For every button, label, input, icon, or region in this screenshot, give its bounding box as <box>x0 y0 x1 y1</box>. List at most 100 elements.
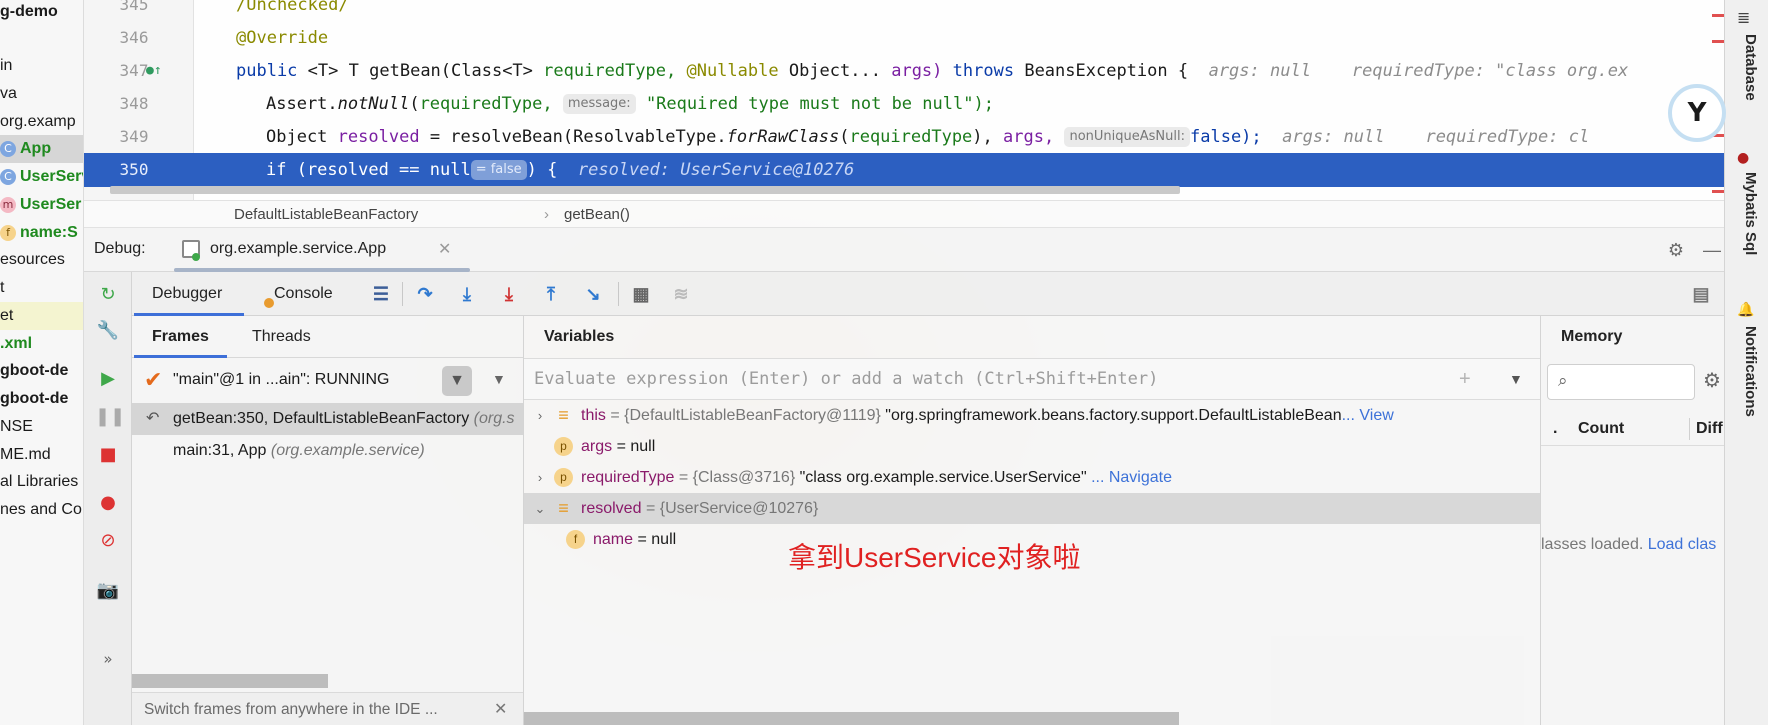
editor-horizontal-scrollbar[interactable] <box>110 186 1180 194</box>
tab-frames[interactable]: Frames <box>134 316 227 358</box>
tree-item-java[interactable]: va <box>0 80 83 108</box>
rerun-icon[interactable]: ↻ <box>95 282 121 308</box>
column-header-diff[interactable]: Diff <box>1696 412 1723 446</box>
variable-text: args = null <box>581 438 656 455</box>
trace-stream-icon[interactable]: ≋ <box>668 281 694 307</box>
hint-text: Switch frames from anywhere in the IDE .… <box>144 701 438 718</box>
wrench-icon[interactable]: 🔧 <box>95 318 121 344</box>
breadcrumb-method[interactable]: getBean() <box>564 201 630 229</box>
tree-item-userservice-method[interactable]: m UserSer <box>0 191 83 219</box>
code-line-345[interactable]: 345 /Unchecked/ <box>84 0 1724 22</box>
evaluate-expression-input[interactable] <box>534 363 1444 395</box>
tab-debugger[interactable]: Debugger <box>133 272 245 316</box>
notifications-tool-button[interactable]: Notifications <box>1735 326 1759 417</box>
debugger-toolbar: Debugger Console ☰ ↷ ⤓ ⤓ ⤒ ↘ ▦ ≋ ▤ <box>132 272 1724 316</box>
pause-icon[interactable]: ❚❚ <box>95 404 125 430</box>
ai-assistant-icon[interactable]: Y <box>1668 84 1726 142</box>
debug-session-tab[interactable]: org.example.service.App ✕ <box>166 228 470 272</box>
thread-selector[interactable]: ✔ "main"@1 in ...ain": RUNNING ▼ ▼ <box>132 358 523 402</box>
code-line-346[interactable]: 346 @Override <box>84 21 1724 55</box>
return-arrow-icon: ↶ <box>146 410 160 427</box>
mybatis-sql-tool-button[interactable]: Mybatis Sql <box>1735 172 1759 255</box>
chevron-down-icon[interactable]: ▼ <box>492 371 506 387</box>
tree-item-target[interactable]: et <box>0 302 83 330</box>
column-header-class[interactable]: . <box>1553 412 1557 446</box>
stop-icon[interactable]: ■ <box>95 442 121 468</box>
column-header-count[interactable]: Count <box>1578 412 1624 446</box>
close-icon[interactable]: ✕ <box>494 693 507 725</box>
run-to-cursor-icon[interactable]: ↘ <box>580 281 606 307</box>
step-out-icon[interactable]: ⤒ <box>538 281 564 307</box>
thread-label: "main"@1 in ...ain": RUNNING <box>173 371 390 388</box>
tree-item-test[interactable]: t <box>0 274 83 302</box>
stack-frame-row[interactable]: ↶ getBean:350, DefaultListableBeanFactor… <box>132 403 523 435</box>
load-classes-link[interactable]: Load clas <box>1648 536 1717 553</box>
tree-item-userservice[interactable]: C UserServ <box>0 163 83 191</box>
tree-item-pom[interactable]: .xml <box>0 330 83 358</box>
tree-item-resources[interactable]: esources <box>0 246 83 274</box>
code-line-347[interactable]: 347 ●↑ public <T> T getBean(Class<T> req… <box>84 54 1724 88</box>
tree-item-springboot-demo-2[interactable]: gboot-de <box>0 385 83 413</box>
evaluate-bar: + ▼ <box>524 358 1540 400</box>
variable-row-args[interactable]: p args = null <box>524 431 1540 462</box>
tab-threads[interactable]: Threads <box>252 316 311 358</box>
view-breakpoints-icon[interactable]: ● <box>95 490 121 516</box>
variable-row-this[interactable]: › ≡ this = {DefaultListableBeanFactory@1… <box>524 400 1540 431</box>
mute-breakpoints-icon[interactable]: ⊘ <box>95 528 121 554</box>
variable-text: this = {DefaultListableBeanFactory@1119}… <box>581 407 1394 424</box>
inline-value: resolved: UserService@10276 <box>577 160 855 180</box>
resume-icon[interactable]: ▶ <box>95 366 121 392</box>
tree-item-name-field[interactable]: f name:S <box>0 219 83 247</box>
frames-tabbar: Frames Threads <box>132 316 523 358</box>
collapse-icon[interactable]: ⌄ <box>532 493 548 524</box>
memory-search-input[interactable]: ⌕ <box>1547 364 1695 400</box>
add-watch-icon[interactable]: + <box>1459 369 1471 389</box>
gear-icon[interactable]: ⚙ <box>1664 238 1688 262</box>
expand-icon[interactable]: › <box>532 462 548 493</box>
code-editor[interactable]: 345 /Unchecked/ 346 @Override 347 ●↑ pub… <box>84 0 1724 200</box>
line-number: 349 <box>119 127 149 146</box>
more-icon[interactable]: » <box>95 646 121 672</box>
code-line-350-current[interactable]: 350 if (resolved == null = false) { resol… <box>84 153 1724 187</box>
tree-item-scratches[interactable]: nes and Co <box>0 496 83 524</box>
code-line-349[interactable]: 349 Object resolved = resolveBean(Resolv… <box>84 120 1724 154</box>
toolbar-separator <box>402 282 403 306</box>
breadcrumb-class[interactable]: DefaultListableBeanFactory <box>234 201 418 229</box>
step-into-icon[interactable]: ⤓ <box>454 281 480 307</box>
tree-item-app-class[interactable]: C App <box>0 135 83 163</box>
tree-item-readme[interactable]: ME.md <box>0 441 83 469</box>
stack-frame-row[interactable]: main:31, App (org.example.service) <box>132 435 523 467</box>
tree-item-label: App <box>20 140 52 157</box>
tree-item-label: name:S <box>20 224 78 241</box>
variable-row-resolved[interactable]: ⌄ ≡ resolved = {UserService@10276} <box>524 493 1540 524</box>
field-stack-icon: ≡ <box>558 405 569 425</box>
override-gutter-icon[interactable]: ●↑ <box>146 54 162 88</box>
parameter-icon: p <box>554 468 573 487</box>
variable-row-requiredtype[interactable]: › p requiredType = {Class@3716} "class o… <box>524 462 1540 493</box>
tree-item-project[interactable]: g-demo <box>0 0 83 26</box>
step-over-icon[interactable]: ↷ <box>412 281 438 307</box>
tree-item-springboot-demo-1[interactable]: gboot-de <box>0 357 83 385</box>
force-step-into-icon[interactable]: ⤓ <box>496 281 522 307</box>
tree-item-package[interactable]: org.examp <box>0 108 83 136</box>
layout-settings-icon[interactable]: ▤ <box>1688 281 1714 307</box>
gear-icon[interactable]: ⚙ <box>1703 368 1721 393</box>
mybatis-bird-icon: ● <box>1737 150 1750 166</box>
close-tab-icon[interactable]: ✕ <box>438 239 451 259</box>
layout-menu-icon[interactable]: ☰ <box>368 281 394 307</box>
variables-horizontal-scrollbar[interactable] <box>524 712 1179 725</box>
database-tool-button[interactable]: Database <box>1735 34 1759 101</box>
filter-icon[interactable]: ▼ <box>442 366 472 396</box>
chevron-down-icon[interactable]: ▼ <box>1509 371 1523 387</box>
tree-item-main[interactable]: in <box>0 52 83 80</box>
frames-horizontal-scrollbar[interactable] <box>132 674 328 688</box>
camera-icon[interactable]: 📷 <box>95 578 121 604</box>
tree-item-license[interactable]: NSE <box>0 413 83 441</box>
tab-console[interactable]: Console <box>274 272 333 316</box>
expand-icon[interactable]: › <box>532 400 548 431</box>
code-line-348[interactable]: 348 Assert.notNull(requiredType, message… <box>84 87 1724 121</box>
evaluate-expression-icon[interactable]: ▦ <box>628 281 654 307</box>
debug-tool-window-header: Debug: org.example.service.App ✕ ⚙ — <box>84 228 1724 272</box>
tree-item-external-libraries[interactable]: al Libraries <box>0 468 83 496</box>
minimize-icon[interactable]: — <box>1700 238 1724 262</box>
